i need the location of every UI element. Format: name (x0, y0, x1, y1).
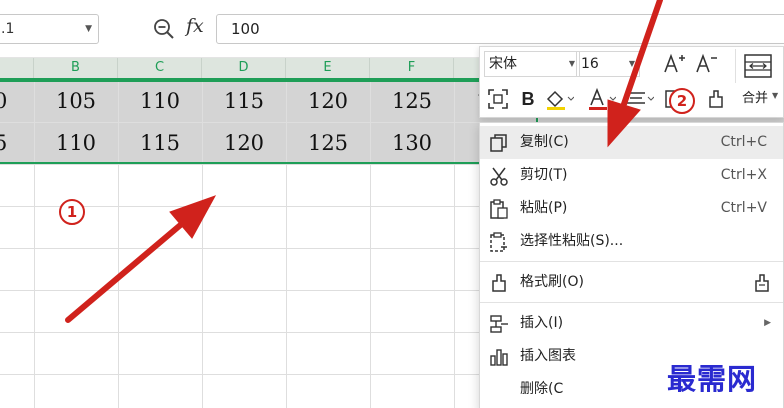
font-color-icon (589, 87, 616, 110)
paste-special-icon (490, 232, 507, 252)
column-header-e[interactable]: E (286, 58, 370, 78)
watermark: 最需网 (667, 362, 758, 396)
menu-item-label: 格式刷(O) (520, 274, 584, 290)
cell[interactable]: 110 (118, 80, 202, 122)
step-1-badge: 1 (59, 199, 85, 225)
name-box[interactable]: .1 ▼ (0, 14, 99, 44)
menu-item-label: 插入(I) (520, 315, 564, 331)
insert-icon (490, 315, 508, 333)
chevron-right-icon: ▶ (764, 318, 771, 328)
format-painter-button[interactable] (702, 85, 730, 113)
menu-item-label: 插入图表 (520, 348, 576, 364)
step-2-badge: 2 (669, 88, 695, 114)
menu-item-insert[interactable]: 插入(I) ▶ (480, 307, 783, 340)
screenshot-button[interactable] (484, 85, 512, 113)
fx-button[interactable]: fx (186, 15, 204, 37)
font-color-button[interactable] (584, 85, 618, 113)
cell-a-row2-partial[interactable]: 5 (0, 122, 14, 164)
chevron-down-icon[interactable]: ▼ (85, 15, 92, 43)
column-header-d[interactable]: D (202, 58, 286, 78)
format-painter-icon (709, 90, 723, 108)
cell[interactable]: 115 (118, 122, 202, 164)
menu-item-label: 选择性粘贴(S)... (520, 233, 624, 249)
menu-item-format-painter[interactable]: 格式刷(O) (480, 266, 783, 299)
menu-item-shortcut: Ctrl+C (720, 134, 767, 150)
menu-item-label: 复制(C) (520, 134, 569, 150)
merge-cells-icon (743, 54, 772, 78)
increase-font-button[interactable] (660, 50, 688, 78)
formula-value: 100 (231, 20, 260, 38)
menu-item-copy[interactable]: 复制(C) Ctrl+C (480, 126, 783, 159)
fill-color-icon (546, 90, 574, 110)
chevron-down-icon: ▼ (568, 59, 575, 68)
mini-toolbar: 宋体 ▼ 16 ▼ B 合并 ▼ (479, 46, 784, 118)
format-painter-quick-icon[interactable] (751, 272, 773, 294)
font-size-select[interactable]: 16 ▼ (576, 51, 640, 77)
menu-item-cut[interactable]: 剪切(T) Ctrl+X (480, 159, 783, 192)
chevron-down-icon: ▼ (628, 59, 635, 68)
formula-input[interactable]: 100 (216, 14, 784, 44)
menu-item-shortcut: Ctrl+V (720, 200, 767, 216)
column-header-c[interactable]: C (118, 58, 202, 78)
menu-item-label: 删除(C (520, 381, 564, 397)
cell[interactable]: 130 (370, 122, 454, 164)
name-box-value: .1 (1, 21, 15, 37)
cell[interactable]: 110 (34, 122, 118, 164)
align-button[interactable] (622, 85, 656, 113)
menu-item-label: 剪切(T) (520, 167, 568, 183)
chart-icon (490, 349, 508, 366)
font-name-value: 宋体 (489, 56, 517, 72)
font-name-select[interactable]: 宋体 ▼ (484, 51, 580, 77)
align-center-icon (627, 92, 654, 104)
bold-button[interactable]: B (514, 85, 542, 113)
copy-icon (490, 134, 507, 152)
decrease-font-icon (696, 53, 717, 73)
chevron-down-icon[interactable]: ▼ (772, 91, 778, 100)
menu-item-paste-special[interactable]: 选择性粘贴(S)... (480, 225, 783, 258)
merge-cells-button[interactable] (735, 49, 779, 83)
column-header-f[interactable]: F (370, 58, 454, 78)
cell[interactable]: 120 (286, 80, 370, 122)
menu-item-label: 粘贴(P) (520, 200, 568, 216)
font-size-value: 16 (581, 56, 599, 72)
scissors-icon (490, 167, 508, 186)
format-painter-icon (492, 274, 506, 292)
zoom-icon[interactable] (152, 17, 176, 41)
menu-item-paste[interactable]: 粘贴(P) Ctrl+V (480, 192, 783, 225)
menu-item-shortcut: Ctrl+X (720, 167, 767, 183)
cell[interactable]: 120 (202, 122, 286, 164)
paste-icon (490, 199, 508, 219)
bold-icon: B (521, 88, 535, 109)
cell[interactable]: 115 (202, 80, 286, 122)
merge-label[interactable]: 合并 (742, 87, 768, 106)
decrease-font-button[interactable] (692, 50, 720, 78)
screenshot-icon (488, 89, 508, 109)
cell[interactable]: 125 (286, 122, 370, 164)
cell[interactable]: 125 (370, 80, 454, 122)
column-header-b[interactable]: B (34, 58, 118, 78)
increase-font-icon (664, 53, 685, 73)
cell[interactable]: 105 (34, 80, 118, 122)
column-header-a[interactable] (0, 58, 34, 78)
cell-a-row1-partial[interactable]: 0 (0, 80, 14, 122)
fill-color-button[interactable] (542, 85, 576, 113)
